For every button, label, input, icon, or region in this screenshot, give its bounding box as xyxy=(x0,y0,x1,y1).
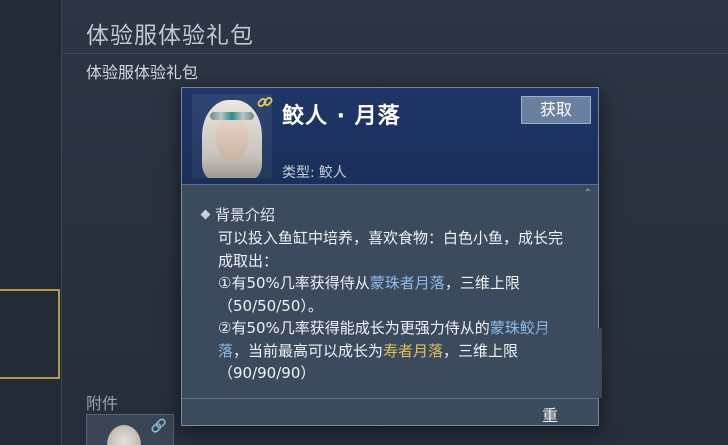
selected-mail-frame[interactable] xyxy=(0,289,60,379)
desc-option-1-pre: ①有50%几率获得侍从 xyxy=(218,274,370,292)
attachment-item-slot[interactable]: 🔗 xyxy=(86,414,174,445)
mail-subject: 体验服体验礼包 xyxy=(86,63,199,82)
desc-option-2-mid: ，当前最高可以成长为 xyxy=(233,341,384,360)
chain-link-icon xyxy=(257,97,273,107)
footer-text: 重 xyxy=(541,406,558,425)
desc-line-1: 可以投入鱼缸中培养，喜欢食物：白色小鱼，成长完成取出： xyxy=(218,229,564,270)
get-button[interactable]: 获取 xyxy=(521,96,591,124)
character-name: 鲛人 · 月落 xyxy=(282,104,401,129)
desc-option-2-highlight-gold: 寿者月落 xyxy=(383,341,444,360)
scroll-up-icon[interactable]: ⌃ xyxy=(584,188,592,199)
desc-option-2-pre: ②有50%几率获得能成长为更强力侍从的 xyxy=(218,319,490,337)
tooltip-header: 鲛人 · 月落 获取 类型: 鲛人 xyxy=(182,88,598,185)
type-line: 类型: 鲛人 xyxy=(282,162,347,182)
tooltip-footer: 重 xyxy=(182,398,598,425)
desc-option-1-highlight: 蒙珠者月落 xyxy=(369,274,445,292)
attachment-portrait xyxy=(107,425,141,445)
text-fade-overlay xyxy=(522,328,602,398)
attachments-label: 附件 xyxy=(86,394,119,413)
page-title: 体验服体验礼包 xyxy=(86,23,254,49)
description-text: 可以投入鱼缸中培养，喜欢食物：白色小鱼，成长完成取出： ①有50%几率获得侍从蒙… xyxy=(218,227,568,385)
section-heading: 背景介绍 xyxy=(200,204,275,225)
type-value: 鲛人 xyxy=(318,165,347,181)
type-label: 类型: xyxy=(282,165,315,181)
item-tooltip: 鲛人 · 月落 获取 类型: 鲛人 ⌃ 背景介绍 可以投入鱼缸中培养，喜欢食物：白… xyxy=(181,87,602,426)
chain-link-icon: 🔗 xyxy=(150,419,167,434)
diamond-bullet-icon xyxy=(200,209,211,220)
divider xyxy=(62,53,728,54)
